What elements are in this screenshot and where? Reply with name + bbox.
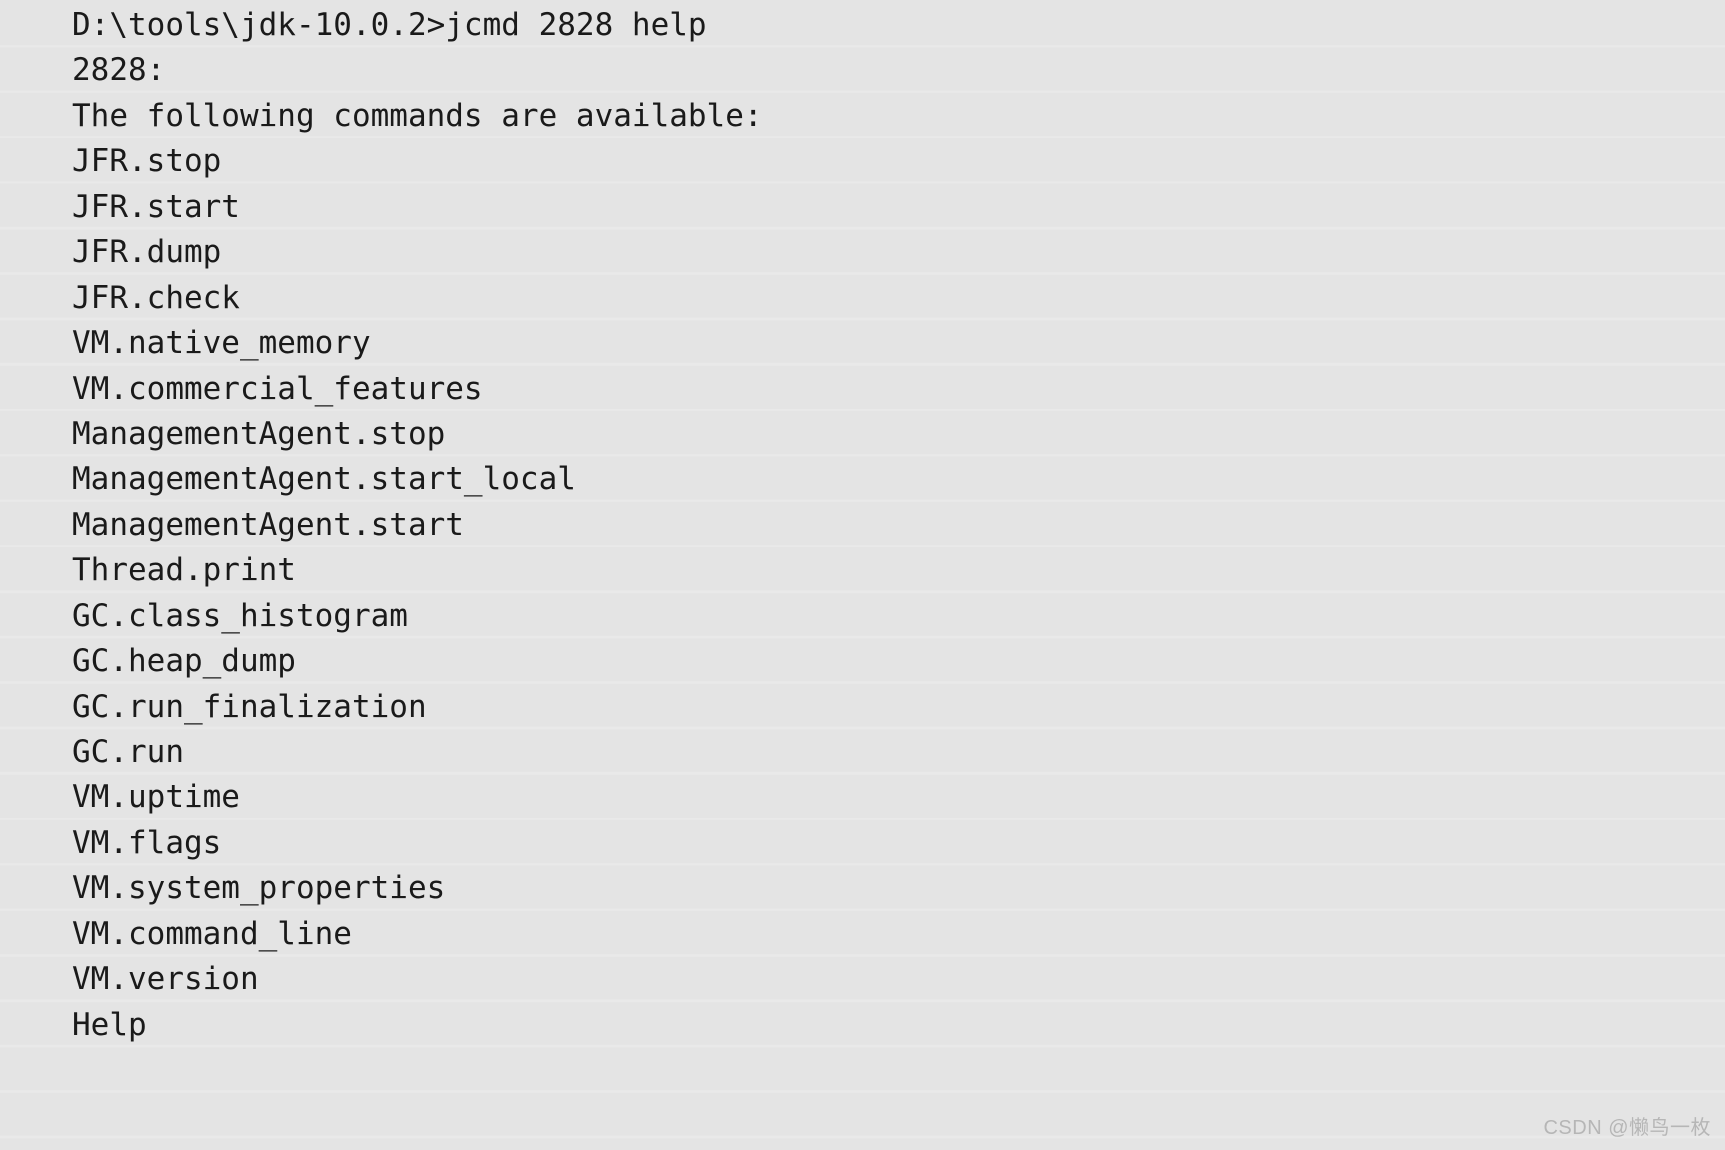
terminal-line: ManagementAgent.stop [72,415,446,452]
terminal-line: The following commands are available: [72,97,763,134]
terminal-line: JFR.stop [72,143,222,180]
terminal-line: GC.run [72,734,184,770]
terminal-line: ManagementAgent.start [72,506,464,543]
terminal-line: VM.flags [72,824,222,861]
terminal-line: Help [72,1006,147,1043]
terminal-line: D:\tools\jdk-10.0.2>jcmd 2828 help [72,7,707,43]
terminal-line: JFR.check [72,279,240,316]
csdn-watermark: CSDN @懒鸟一枚 [1543,1117,1711,1139]
terminal-line: ManagementAgent.start_local [72,461,576,498]
terminal-line: Thread.print [72,552,296,589]
terminal-output-block: D:\tools\jdk-10.0.2>jcmd 2828 help 2828:… [0,0,1725,1150]
terminal-line: VM.uptime [72,779,240,816]
terminal-line: GC.run_finalization [72,688,427,725]
terminal-line: 2828: [72,52,166,89]
terminal-line: JFR.start [72,188,240,225]
terminal-line-list: D:\tools\jdk-10.0.2>jcmd 2828 help 2828:… [0,0,1725,1048]
terminal-line: VM.system_properties [72,870,446,907]
terminal-line: GC.class_histogram [72,597,408,634]
terminal-line: VM.native_memory [72,325,371,362]
terminal-line: VM.command_line [72,915,352,952]
terminal-line: JFR.dump [72,234,222,271]
terminal-line: VM.commercial_features [72,370,483,407]
terminal-line: VM.version [72,961,259,998]
terminal-line: GC.heap_dump [72,643,296,680]
